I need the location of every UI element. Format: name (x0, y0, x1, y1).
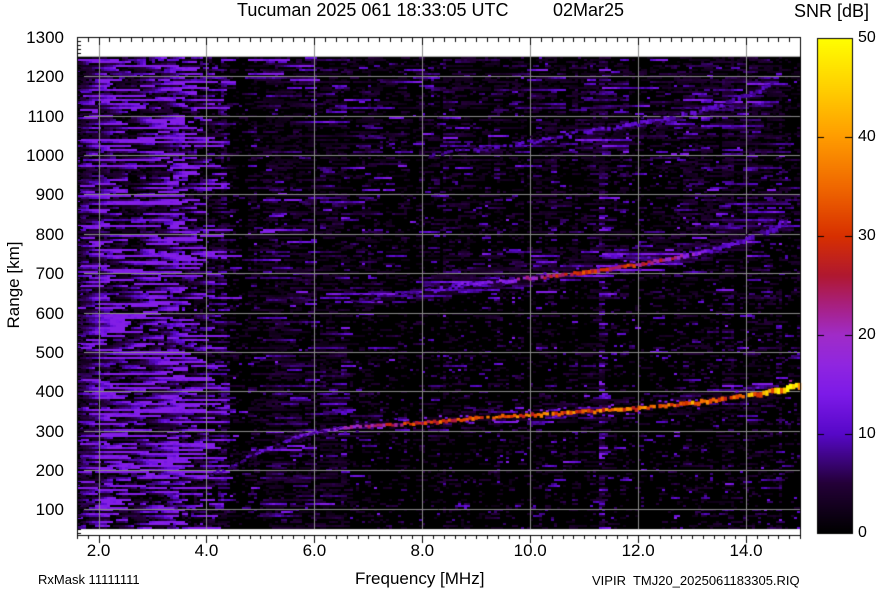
y-tick-label: 1000 (26, 146, 64, 166)
x-tick-label: 14.0 (729, 541, 763, 560)
colorbar-tick-label: 20 (858, 326, 876, 343)
y-tick-label: 200 (35, 461, 64, 481)
x-tick-label: 6.0 (302, 541, 327, 560)
y-tick-label: 700 (35, 264, 64, 284)
x-axis-label: Frequency [MHz] (355, 569, 485, 588)
x-tick-label: 4.0 (194, 541, 219, 560)
y-tick-label: 600 (35, 303, 64, 323)
colorbar-tick-label: 0 (858, 524, 867, 541)
ionogram-plot-canvas (0, 0, 884, 595)
y-tick-label: 900 (35, 185, 64, 205)
ionogram-window: Tucuman 2025 061 18:33:05 UTC 02Mar25 SN… (0, 0, 884, 595)
y-tick-label: 300 (35, 421, 64, 441)
rx-mask-label: RxMask 11111111 (38, 572, 140, 587)
colorbar-title: SNR [dB] (794, 1, 870, 21)
x-tick-label: 10.0 (513, 541, 547, 560)
x-tick-label: 8.0 (410, 541, 435, 560)
colorbar-tick-label: 30 (858, 227, 876, 244)
x-tick-label: 12.0 (621, 541, 655, 560)
y-tick-label: 100 (35, 500, 64, 520)
colorbar-tick-label: 10 (858, 425, 876, 442)
y-tick-label: 1200 (26, 67, 64, 87)
x-tick-label: 2.0 (86, 541, 111, 560)
plot-date: 02Mar25 (553, 0, 625, 20)
y-tick-label: 1300 (26, 28, 64, 47)
colorbar-tick-label: 50 (858, 29, 876, 46)
plot-title: Tucuman 2025 061 18:33:05 UTC (237, 0, 509, 20)
data-file-label: VIPIR TMJ20_2025061183305.RIQ (592, 573, 800, 588)
y-tick-label: 1100 (27, 106, 64, 126)
y-tick-label: 800 (35, 224, 64, 244)
y-tick-label: 400 (35, 382, 64, 402)
colorbar-tick-label: 40 (858, 128, 876, 145)
y-tick-label: 500 (35, 342, 64, 362)
